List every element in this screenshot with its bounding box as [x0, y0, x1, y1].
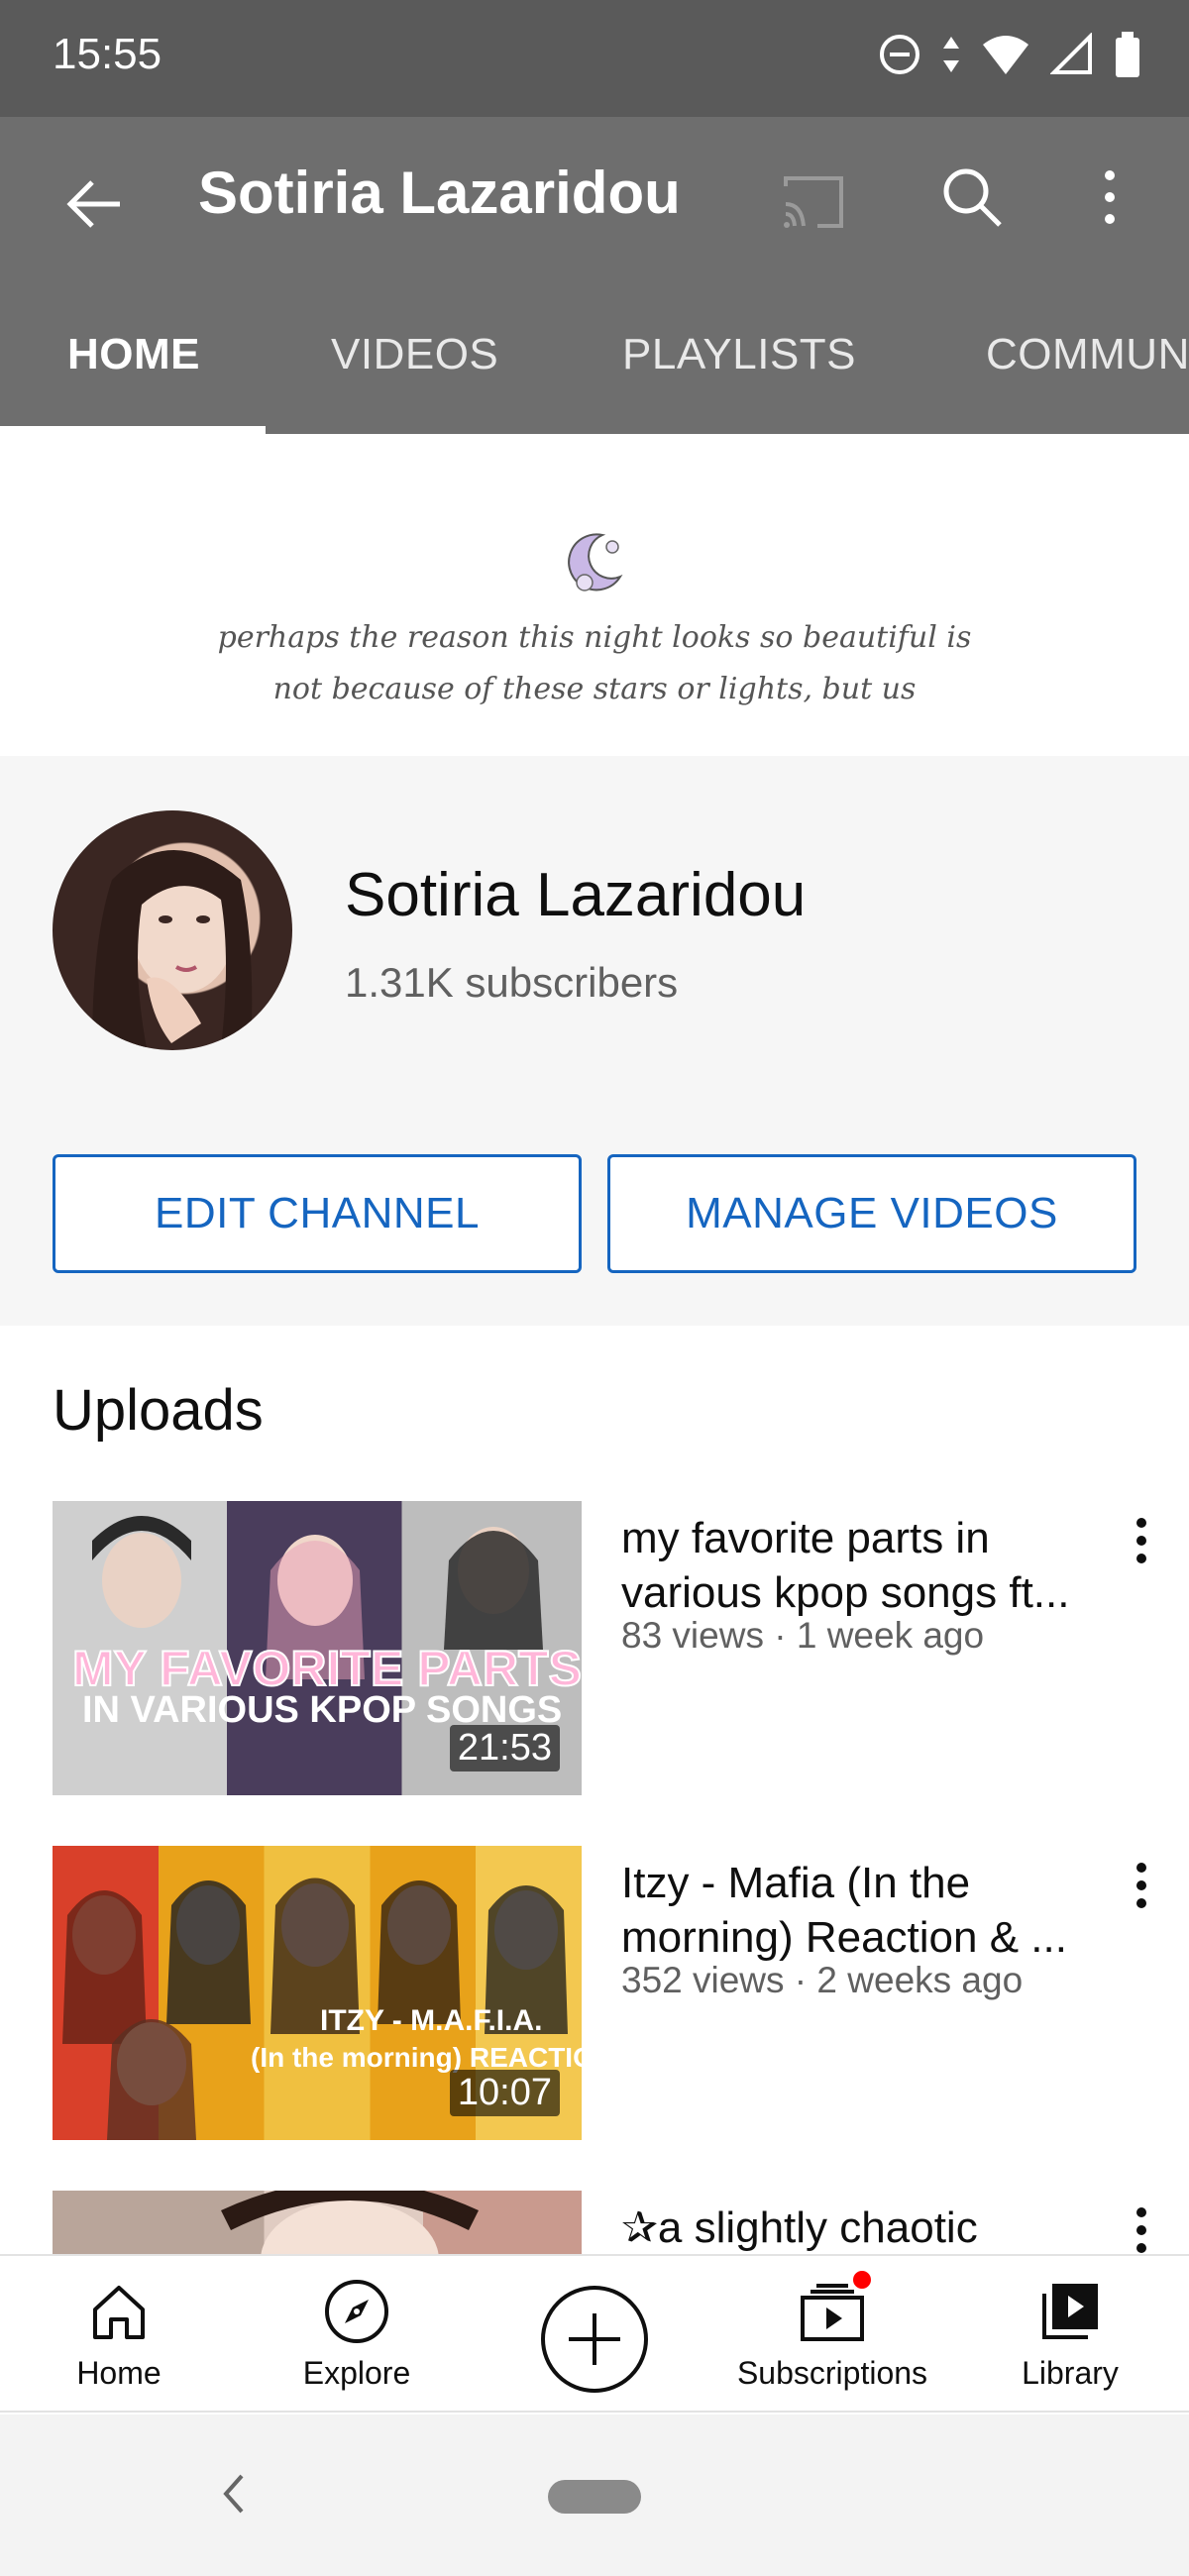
nav-explore-label: Explore [302, 2355, 411, 2391]
channel-tabs: HOME VIDEOS PLAYLISTS COMMUN [0, 285, 1189, 434]
video-more-button[interactable] [1120, 1511, 1163, 1580]
video-more-button[interactable] [1120, 2200, 1163, 2254]
wifi-icon [983, 36, 1028, 74]
cell-signal-icon [1050, 33, 1092, 74]
nav-library[interactable]: Library [991, 2256, 1149, 2415]
video-title[interactable]: my favorite parts in various kpop songs … [621, 1511, 1107, 1620]
video-more-button[interactable] [1120, 1856, 1163, 1925]
data-arrows-icon [943, 37, 959, 72]
edit-channel-button[interactable]: EDIT CHANNEL [53, 1154, 582, 1273]
moon-icon [568, 533, 623, 591]
nav-explore[interactable]: Explore [277, 2256, 436, 2415]
tab-home[interactable]: HOME [67, 330, 200, 379]
video-item[interactable]: ITZY - M.A.F.I.A. (In the morning) REACT… [0, 1846, 1189, 2143]
video-meta: 352 views · 2 weeks ago [621, 1960, 1024, 2000]
channel-avatar[interactable] [53, 810, 292, 1050]
status-time: 15:55 [53, 30, 162, 78]
back-button[interactable] [54, 164, 134, 244]
video-duration: 10:07 [449, 2070, 560, 2116]
system-home-pill[interactable] [548, 2480, 641, 2514]
tab-indicator [0, 426, 266, 434]
app-title: Sotiria Lazaridou [198, 160, 681, 226]
plus-icon [569, 2313, 620, 2365]
channel-name: Sotiria Lazaridou [345, 861, 807, 929]
cast-button[interactable] [778, 166, 857, 246]
video-thumbnail[interactable] [53, 2191, 582, 2254]
chevron-left-icon [223, 2474, 244, 2514]
compass-icon [321, 2276, 392, 2347]
banner-quote-line-2: not because of these stars or lights, bu… [272, 672, 917, 706]
do-not-disturb-icon [880, 35, 919, 74]
video-title[interactable]: Itzy - Mafia (In the morning) Reaction &… [621, 1856, 1107, 1965]
thumbnail-art [221, 2191, 479, 2254]
channel-banner: perhaps the reason this night looks so b… [0, 434, 1189, 756]
subscriptions-icon [797, 2268, 874, 2347]
status-bar: 15:55 [0, 0, 1189, 117]
banner-quote: perhaps the reason this night looks so b… [0, 612, 1189, 715]
bottom-navigation: Home Explore Subscriptions Library [0, 2254, 1189, 2413]
tab-playlists[interactable]: PLAYLISTS [622, 330, 856, 379]
more-vert-icon [1136, 1863, 1146, 1908]
more-vert-icon [1136, 2207, 1146, 2253]
nav-subscriptions[interactable]: Subscriptions [723, 2256, 941, 2415]
tab-videos[interactable]: VIDEOS [331, 330, 498, 379]
manage-videos-button[interactable]: MANAGE VIDEOS [607, 1154, 1136, 1273]
library-icon [1034, 2276, 1106, 2347]
banner-quote-line-1: perhaps the reason this night looks so b… [217, 620, 972, 655]
video-duration: 21:53 [449, 1725, 560, 1771]
nav-subscriptions-label: Subscriptions [736, 2355, 928, 2391]
cast-icon [784, 176, 843, 228]
video-item[interactable]: ✰a slightly chaotic [0, 2191, 1189, 2254]
more-options-button[interactable] [1080, 161, 1149, 241]
app-bar: Sotiria Lazaridou [0, 117, 1189, 285]
create-button[interactable] [541, 2286, 648, 2393]
video-meta: 83 views · 1 week ago [621, 1615, 985, 1656]
avatar-image [92, 850, 253, 1048]
search-icon [943, 168, 1002, 227]
tab-community[interactable]: COMMUN [986, 330, 1189, 379]
notification-dot [850, 2268, 874, 2292]
nav-home-label: Home [76, 2355, 162, 2391]
status-icons [878, 32, 1141, 77]
more-vert-icon [1136, 1518, 1146, 1563]
search-button[interactable] [936, 161, 1016, 241]
thumbnail-title: ITZY - M.A.F.I.A. [320, 2004, 543, 2037]
system-navigation-bar [0, 2415, 1189, 2576]
video-item[interactable]: MY FAVORITE PARTS IN VARIOUS KPOP SONGS … [0, 1501, 1189, 1798]
nav-home[interactable]: Home [40, 2256, 198, 2415]
video-title[interactable]: ✰a slightly chaotic [621, 2200, 1107, 2254]
subscriber-count: 1.31K subscribers [345, 959, 679, 1006]
channel-header: Sotiria Lazaridou 1.31K subscribers EDIT… [0, 756, 1189, 1326]
video-thumbnail[interactable]: ITZY - M.A.F.I.A. (In the morning) REACT… [53, 1846, 582, 2140]
uploads-section-title: Uploads [53, 1378, 264, 1443]
battery-icon [1116, 32, 1139, 77]
back-arrow-icon [66, 180, 120, 228]
home-icon [83, 2276, 155, 2347]
nav-library-label: Library [1022, 2355, 1119, 2391]
more-vert-icon [1105, 170, 1115, 224]
video-thumbnail[interactable]: MY FAVORITE PARTS IN VARIOUS KPOP SONGS … [53, 1501, 582, 1795]
system-back-button[interactable] [208, 2464, 258, 2523]
